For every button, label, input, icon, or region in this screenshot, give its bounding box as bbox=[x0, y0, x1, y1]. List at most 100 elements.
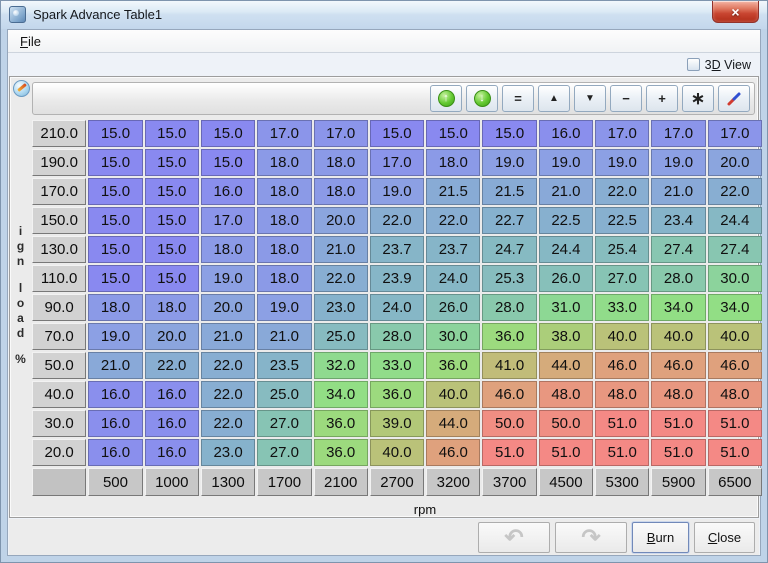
table-cell[interactable]: 22.0 bbox=[145, 352, 199, 379]
table-cell[interactable]: 22.0 bbox=[595, 178, 649, 205]
table-cell[interactable]: 27.4 bbox=[651, 236, 705, 263]
table-cell[interactable]: 27.0 bbox=[595, 265, 649, 292]
subtract-button[interactable]: − bbox=[610, 85, 642, 112]
table-cell[interactable]: 24.4 bbox=[708, 207, 762, 234]
table-cell[interactable]: 46.0 bbox=[482, 381, 536, 408]
table-cell[interactable]: 51.0 bbox=[708, 410, 762, 437]
row-header[interactable]: 20.0 bbox=[32, 439, 86, 466]
row-header[interactable]: 210.0 bbox=[32, 120, 86, 147]
table-cell[interactable]: 44.0 bbox=[539, 352, 593, 379]
table-cell[interactable]: 19.0 bbox=[88, 323, 142, 350]
table-cell[interactable]: 23.0 bbox=[314, 294, 368, 321]
table-cell[interactable]: 15.0 bbox=[88, 178, 142, 205]
table-cell[interactable]: 22.0 bbox=[370, 207, 424, 234]
table-cell[interactable]: 40.0 bbox=[651, 323, 705, 350]
table-cell[interactable]: 24.7 bbox=[482, 236, 536, 263]
table-cell[interactable]: 40.0 bbox=[370, 439, 424, 466]
column-header[interactable]: 1000 bbox=[145, 468, 199, 496]
table-cell[interactable]: 19.0 bbox=[651, 149, 705, 176]
table-cell[interactable]: 22.7 bbox=[482, 207, 536, 234]
column-header[interactable]: 4500 bbox=[539, 468, 593, 496]
multiply-button[interactable]: ∗ bbox=[682, 85, 714, 112]
table-cell[interactable]: 25.3 bbox=[482, 265, 536, 292]
column-header[interactable]: 5300 bbox=[595, 468, 649, 496]
table-cell[interactable]: 24.0 bbox=[426, 265, 480, 292]
close-button[interactable]: Close bbox=[694, 522, 755, 553]
table-cell[interactable]: 31.0 bbox=[539, 294, 593, 321]
table-cell[interactable]: 40.0 bbox=[595, 323, 649, 350]
table-cell[interactable]: 40.0 bbox=[708, 323, 762, 350]
table-cell[interactable]: 23.4 bbox=[651, 207, 705, 234]
table-cell[interactable]: 36.0 bbox=[370, 381, 424, 408]
redo-button[interactable]: ↷ bbox=[555, 522, 627, 553]
table-cell[interactable]: 15.0 bbox=[145, 207, 199, 234]
table-cell[interactable]: 16.0 bbox=[145, 439, 199, 466]
table-cell[interactable]: 48.0 bbox=[595, 381, 649, 408]
table-cell[interactable]: 30.0 bbox=[708, 265, 762, 292]
table-cell[interactable]: 15.0 bbox=[145, 149, 199, 176]
scale-up-button[interactable]: ↑ bbox=[430, 85, 462, 112]
table-cell[interactable]: 15.0 bbox=[88, 120, 142, 147]
row-header[interactable]: 90.0 bbox=[32, 294, 86, 321]
table-cell[interactable]: 17.0 bbox=[651, 120, 705, 147]
table-cell[interactable]: 15.0 bbox=[145, 178, 199, 205]
table-cell[interactable]: 20.0 bbox=[708, 149, 762, 176]
table-cell[interactable]: 17.0 bbox=[201, 207, 255, 234]
corner-cell[interactable] bbox=[32, 468, 86, 496]
table-cell[interactable]: 16.0 bbox=[88, 410, 142, 437]
column-header[interactable]: 2700 bbox=[370, 468, 424, 496]
row-header[interactable]: 50.0 bbox=[32, 352, 86, 379]
table-cell[interactable]: 21.5 bbox=[426, 178, 480, 205]
table-cell[interactable]: 15.0 bbox=[426, 120, 480, 147]
table-cell[interactable]: 46.0 bbox=[651, 352, 705, 379]
table-cell[interactable]: 18.0 bbox=[257, 178, 311, 205]
column-header[interactable]: 500 bbox=[88, 468, 142, 496]
table-cell[interactable]: 15.0 bbox=[88, 236, 142, 263]
table-cell[interactable]: 25.4 bbox=[595, 236, 649, 263]
column-header[interactable]: 2100 bbox=[314, 468, 368, 496]
table-cell[interactable]: 24.0 bbox=[370, 294, 424, 321]
table-cell[interactable]: 15.0 bbox=[370, 120, 424, 147]
table-cell[interactable]: 18.0 bbox=[314, 178, 368, 205]
table-cell[interactable]: 17.0 bbox=[595, 120, 649, 147]
table-cell[interactable]: 19.0 bbox=[201, 265, 255, 292]
add-button[interactable]: + bbox=[646, 85, 678, 112]
window-close-button[interactable]: × bbox=[712, 1, 759, 23]
table-cell[interactable]: 21.0 bbox=[651, 178, 705, 205]
table-cell[interactable]: 20.0 bbox=[314, 207, 368, 234]
table-cell[interactable]: 16.0 bbox=[145, 381, 199, 408]
table-cell[interactable]: 50.0 bbox=[539, 410, 593, 437]
table-cell[interactable]: 22.0 bbox=[201, 410, 255, 437]
table-cell[interactable]: 22.0 bbox=[201, 381, 255, 408]
table-cell[interactable]: 34.0 bbox=[708, 294, 762, 321]
scale-down-button[interactable]: ↓ bbox=[466, 85, 498, 112]
table-cell[interactable]: 27.0 bbox=[257, 410, 311, 437]
column-header[interactable]: 1300 bbox=[201, 468, 255, 496]
table-cell[interactable]: 16.0 bbox=[539, 120, 593, 147]
table-cell[interactable]: 41.0 bbox=[482, 352, 536, 379]
table-cell[interactable]: 16.0 bbox=[88, 381, 142, 408]
burn-button[interactable]: Burn bbox=[632, 522, 689, 553]
table-cell[interactable]: 15.0 bbox=[145, 265, 199, 292]
table-cell[interactable]: 51.0 bbox=[482, 439, 536, 466]
table-cell[interactable]: 17.0 bbox=[708, 120, 762, 147]
set-equal-button[interactable]: = bbox=[502, 85, 534, 112]
row-header[interactable]: 70.0 bbox=[32, 323, 86, 350]
table-cell[interactable]: 26.0 bbox=[539, 265, 593, 292]
column-header[interactable]: 3700 bbox=[482, 468, 536, 496]
table-cell[interactable]: 27.4 bbox=[708, 236, 762, 263]
table-cell[interactable]: 16.0 bbox=[201, 178, 255, 205]
table-cell[interactable]: 28.0 bbox=[651, 265, 705, 292]
table-cell[interactable]: 15.0 bbox=[88, 207, 142, 234]
table-cell[interactable]: 22.5 bbox=[539, 207, 593, 234]
table-cell[interactable]: 15.0 bbox=[145, 120, 199, 147]
table-cell[interactable]: 48.0 bbox=[651, 381, 705, 408]
row-header[interactable]: 190.0 bbox=[32, 149, 86, 176]
table-cell[interactable]: 18.0 bbox=[145, 294, 199, 321]
table-cell[interactable]: 32.0 bbox=[314, 352, 368, 379]
table-cell[interactable]: 18.0 bbox=[426, 149, 480, 176]
table-cell[interactable]: 28.0 bbox=[482, 294, 536, 321]
table-cell[interactable]: 23.9 bbox=[370, 265, 424, 292]
table-cell[interactable]: 18.0 bbox=[314, 149, 368, 176]
table-cell[interactable]: 22.0 bbox=[201, 352, 255, 379]
